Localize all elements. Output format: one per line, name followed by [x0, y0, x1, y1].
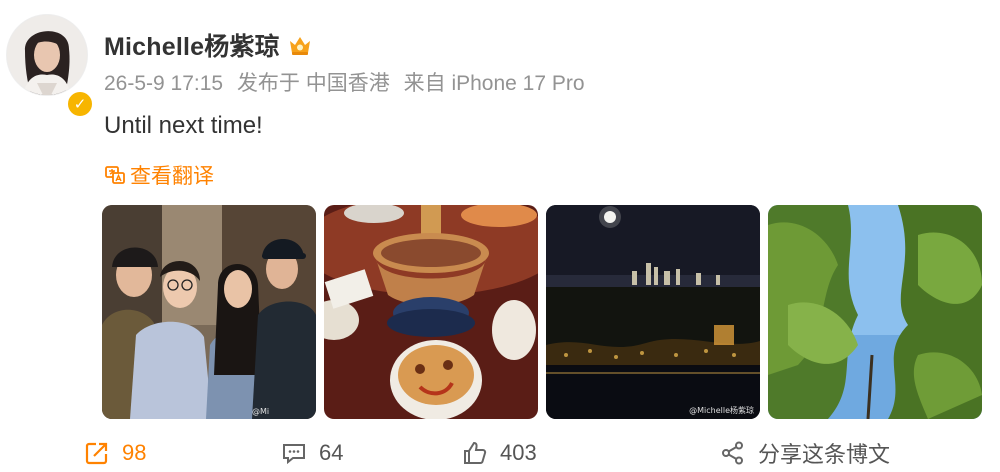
weibo-post: ✓ Michelle杨紫琼 26-5-9 17:15 发布于 中国香港 来自 i…	[0, 0, 1000, 472]
share-button[interactable]: 分享这条博文	[720, 437, 890, 469]
hotpot-photo[interactable]	[324, 205, 538, 419]
like-button[interactable]: 403	[462, 437, 537, 469]
photo-watermark: @Michelle杨紫琼	[689, 406, 754, 415]
like-count: 403	[500, 440, 537, 465]
like-icon	[464, 441, 487, 464]
post-meta: 26-5-9 17:15 发布于 中国香港 来自 iPhone 17 Pro	[104, 67, 593, 97]
action-bar: 98 64 403 分享这条博文	[0, 437, 1000, 469]
trees-sky-photo[interactable]	[768, 205, 982, 419]
post-location: 发布于 中国香港	[236, 72, 390, 95]
comment-count: 64	[319, 440, 344, 465]
share-label: 分享这条博文	[758, 442, 891, 467]
translate-button[interactable]: 查看翻译	[104, 160, 214, 190]
post-source: 来自 iPhone 17 Pro	[403, 72, 585, 95]
repost-count: 98	[122, 440, 147, 465]
comment-button[interactable]: 64	[281, 437, 343, 469]
translate-icon	[105, 166, 125, 184]
night-city-photo[interactable]: @Michelle杨紫琼	[546, 205, 760, 419]
author-name[interactable]: Michelle杨紫琼	[104, 27, 280, 63]
comment-icon	[283, 444, 305, 465]
post-text: Until next time!	[104, 112, 263, 139]
avatar-container[interactable]: ✓	[6, 14, 94, 118]
avatar[interactable]	[6, 14, 88, 96]
translate-label: 查看翻译	[130, 165, 214, 188]
group-photo[interactable]: @Mi	[102, 205, 316, 419]
repost-icon	[85, 442, 108, 465]
repost-button[interactable]: 98	[84, 437, 146, 469]
vip-crown-icon[interactable]	[288, 33, 312, 57]
photo-watermark: @Mi	[252, 407, 270, 416]
share-icon	[722, 441, 743, 465]
verified-badge-icon: ✓	[66, 90, 94, 118]
post-date[interactable]: 26-5-9 17:15	[104, 72, 223, 95]
